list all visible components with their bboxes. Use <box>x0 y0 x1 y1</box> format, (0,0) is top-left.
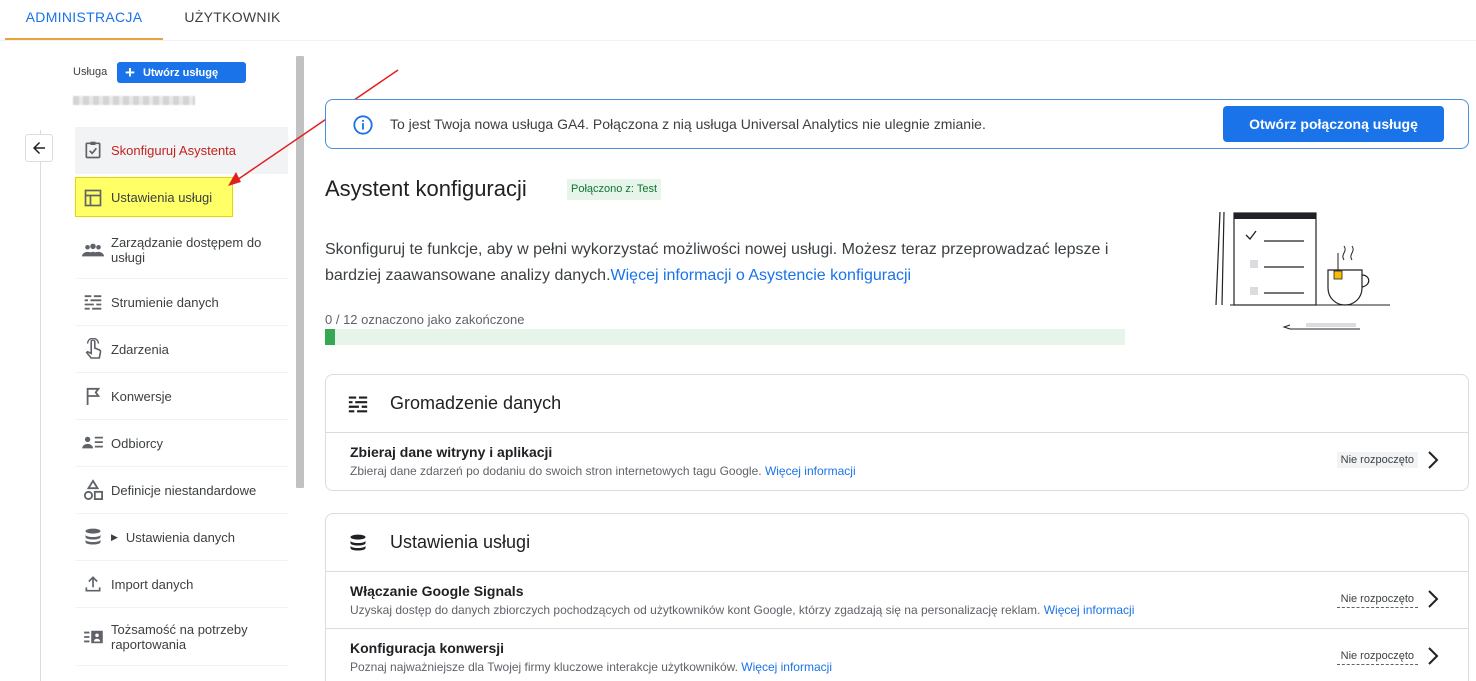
task-subtitle-text: Zbieraj dane zdarzeń po dodaniu do swoic… <box>350 464 762 478</box>
database-icon <box>326 533 390 553</box>
touch-icon <box>75 338 111 360</box>
sidebar-item-events[interactable]: Zdarzenia <box>75 326 288 373</box>
plus-icon: + <box>125 63 135 82</box>
sidebar-scrollbar[interactable] <box>296 56 304 488</box>
info-banner: To jest Twoja nowa usługa GA4. Połączona… <box>325 99 1469 149</box>
sidebar-item-label: Konwersje <box>111 388 172 404</box>
sidebar-item-label: Import danych <box>111 576 194 592</box>
sidebar-item-setup-assistant[interactable]: Skonfiguruj Asystenta <box>75 127 288 174</box>
sidebar-item-data-streams[interactable]: Strumienie danych <box>75 279 288 326</box>
data-collection-card: Gromadzenie danych Zbieraj dane witryny … <box>325 374 1469 491</box>
sidebar-item-label: Definicje niestandardowe <box>111 482 257 498</box>
card-title: Gromadzenie danych <box>390 393 562 413</box>
card-header: Gromadzenie danych <box>326 375 1468 433</box>
checklist-coffee-illustration <box>1215 211 1390 330</box>
sidebar-item-label: Skonfiguruj Asystenta <box>111 142 237 158</box>
info-icon <box>352 114 374 141</box>
arrow-left-icon <box>33 142 45 154</box>
progress-label: 0 / 12 oznaczono jako zakończone <box>325 312 525 327</box>
property-label: Usługa <box>73 66 108 78</box>
audience-icon <box>75 434 111 452</box>
task-title: Konfiguracja konwersji <box>350 640 505 656</box>
streams-icon <box>326 394 390 414</box>
sidebar-item-label: Zdarzenia <box>111 341 169 357</box>
sidebar-item-custom-definitions[interactable]: Definicje niestandardowe <box>75 467 288 514</box>
task-subtitle: Zbieraj dane zdarzeń po dodaniu do swoic… <box>350 464 856 478</box>
id-card-icon <box>75 629 111 645</box>
task-title: Włączanie Google Signals <box>350 583 524 599</box>
tab-user[interactable]: UŻYTKOWNIK <box>170 0 295 40</box>
open-linked-property-button[interactable]: Otwórz połączoną usługę <box>1223 106 1444 142</box>
chevron-right-icon[interactable] <box>1426 588 1440 615</box>
sidebar-item-audiences[interactable]: Odbiorcy <box>75 420 288 467</box>
task-row[interactable]: Zbieraj dane witryny i aplikacji Zbieraj… <box>326 433 1468 490</box>
tab-administration[interactable]: ADMINISTRACJA <box>5 0 163 40</box>
top-tabs: ADMINISTRACJA UŻYTKOWNIK <box>0 0 1476 40</box>
chevron-right-icon[interactable] <box>1426 645 1440 672</box>
sidebar-item-property-settings[interactable]: Ustawienia usługi <box>75 174 288 221</box>
expand-triangle-icon: ▶ <box>111 531 118 542</box>
sidebar-item-conversions[interactable]: Konwersje <box>75 373 288 420</box>
learn-more-link[interactable]: Więcej informacji <box>741 660 832 674</box>
sidebar-item-data-import[interactable]: Import danych <box>75 561 288 608</box>
layout-icon <box>75 188 111 208</box>
card-title: Ustawienia usługi <box>390 532 531 552</box>
status-badge: Nie rozpoczęto <box>1336 648 1418 665</box>
sidebar-item-label: Odbiorcy <box>111 435 164 451</box>
task-title: Zbieraj dane witryny i aplikacji <box>350 444 553 460</box>
create-property-button[interactable]: + Utwórz usługę <box>117 62 246 83</box>
status-badge: Nie rozpoczęto <box>1336 591 1418 608</box>
banner-text: To jest Twoja nowa usługa GA4. Połączona… <box>390 116 986 132</box>
sidebar-item-data-settings[interactable]: ▶ Ustawienia danych <box>75 514 288 561</box>
sidebar-item-label: Strumienie danych <box>111 294 219 310</box>
sidebar-line <box>40 130 41 681</box>
connected-chip: Połączono z: Test <box>567 179 662 200</box>
create-property-label: Utwórz usługę <box>142 66 219 79</box>
task-row[interactable]: Włączanie Google Signals Uzyskaj dostęp … <box>326 572 1468 629</box>
sidebar-item-label: Zarządzanie dostępem do usługi <box>111 234 262 265</box>
sidebar-item-label: Ustawienia danych <box>125 529 236 545</box>
flag-icon <box>75 386 111 406</box>
sidebar-item-label: Tożsamość na potrzeby raportowania <box>111 621 248 652</box>
learn-more-link[interactable]: Więcej informacji o Asystencie konfigura… <box>611 267 912 284</box>
task-subtitle: Uzyskaj dostęp do danych zbiorczych poch… <box>350 603 1134 617</box>
task-subtitle: Poznaj najważniejsze dla Twojej firmy kl… <box>350 660 832 674</box>
learn-more-link[interactable]: Więcej informacji <box>1044 603 1135 617</box>
database-icon <box>75 527 111 547</box>
page-description: Skonfiguruj te funkcje, aby w pełni wyko… <box>325 237 1145 289</box>
task-subtitle-text: Poznaj najważniejsze dla Twojej firmy kl… <box>350 660 738 674</box>
sidebar-item-reporting-identity[interactable]: Tożsamość na potrzeby raportowania <box>75 608 288 666</box>
checklist-icon <box>75 140 111 160</box>
streams-icon <box>75 293 111 311</box>
card-header: Ustawienia usługi <box>326 514 1468 572</box>
sidebar-item-access-management[interactable]: Zarządzanie dostępem do usługi <box>75 221 288 279</box>
status-badge: Nie rozpoczęto <box>1336 452 1418 468</box>
task-row[interactable]: Konfiguracja konwersji Poznaj najważniej… <box>326 629 1468 681</box>
property-selector-redacted[interactable] <box>73 96 195 105</box>
shapes-icon <box>75 479 111 501</box>
page-title: Asystent konfiguracji <box>325 176 527 201</box>
upload-icon <box>75 574 111 594</box>
progress-fill <box>325 329 335 345</box>
learn-more-link[interactable]: Więcej informacji <box>765 464 856 478</box>
back-button[interactable] <box>25 134 53 162</box>
progress-bar <box>325 329 1125 345</box>
sidebar-item-label: Ustawienia usługi <box>111 190 213 205</box>
property-settings-card: Ustawienia usługi Włączanie Google Signa… <box>325 513 1469 681</box>
people-icon <box>75 242 111 258</box>
task-subtitle-text: Uzyskaj dostęp do danych zbiorczych poch… <box>350 603 1041 617</box>
chevron-right-icon[interactable] <box>1426 449 1440 476</box>
